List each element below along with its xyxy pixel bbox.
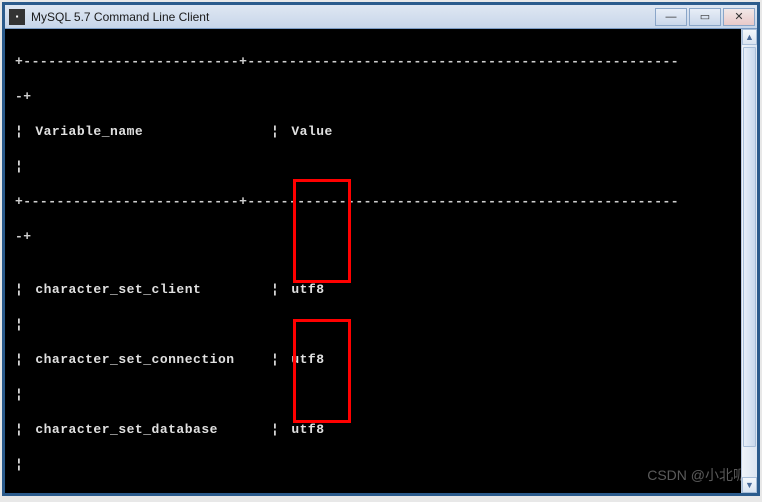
scroll-thumb[interactable]: [743, 47, 756, 447]
var-value: utf8: [291, 422, 324, 437]
title-bar[interactable]: ▪ MySQL 5.7 Command Line Client — ▭ ✕: [5, 5, 757, 29]
separator-tail: -+: [15, 88, 747, 106]
var-name: character_set_connection: [35, 352, 234, 367]
maximize-button[interactable]: ▭: [689, 8, 721, 26]
app-window: ▪ MySQL 5.7 Command Line Client — ▭ ✕ +-…: [2, 2, 760, 496]
row-wrap: ¦: [15, 386, 747, 404]
var-name: character_set_database: [35, 422, 218, 437]
highlight-box-2: [293, 319, 351, 423]
separator-line: +--------------------------+------------…: [15, 193, 747, 211]
var-value: utf8: [291, 352, 324, 367]
var-name: character_set_client: [35, 282, 201, 297]
app-icon: ▪: [9, 9, 25, 25]
table-row: ¦ character_set_client¦ utf8: [15, 281, 747, 299]
header-col-2: Value: [291, 124, 333, 139]
terminal-output[interactable]: +--------------------------+------------…: [5, 29, 757, 491]
close-button[interactable]: ✕: [723, 8, 755, 26]
table-row: ¦ character_set_database¦ utf8: [15, 421, 747, 439]
header-col-1: Variable_name: [35, 124, 143, 139]
separator-tail: -+: [15, 228, 747, 246]
header-wrap: ¦: [15, 158, 747, 176]
separator-line: +--------------------------+------------…: [15, 53, 747, 71]
watermark: CSDN @小北呱: [647, 466, 747, 485]
var-value: utf8: [291, 282, 324, 297]
row-wrap: ¦: [15, 316, 747, 334]
window-controls: — ▭ ✕: [655, 8, 755, 26]
minimize-button[interactable]: —: [655, 8, 687, 26]
window-title: MySQL 5.7 Command Line Client: [31, 10, 655, 24]
table-header-row: ¦ Variable_name¦ Value: [15, 123, 747, 141]
scroll-down-button[interactable]: ▼: [742, 477, 757, 493]
row-wrap: ¦: [15, 456, 747, 474]
table-row: ¦ character_set_connection¦ utf8: [15, 351, 747, 369]
scroll-up-button[interactable]: ▲: [742, 29, 757, 45]
vertical-scrollbar[interactable]: ▲ ▼: [741, 29, 757, 493]
